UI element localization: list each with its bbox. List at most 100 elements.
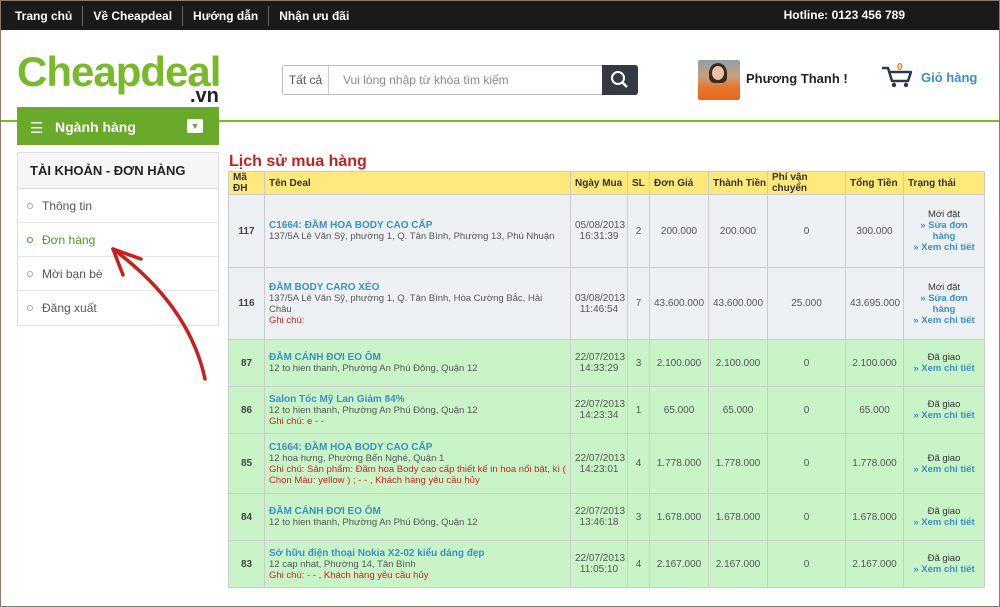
order-date-cell: 22/07/2013 14:33:29 xyxy=(570,339,628,387)
view-detail-link[interactable]: » Xem chi tiết xyxy=(908,315,980,326)
order-qty: 2 xyxy=(627,194,650,268)
page: Trang chủ Về Cheapdeal Hướng dẫn Nhận ưu… xyxy=(0,0,1000,607)
table-row: 86 Salon Tóc Mỹ Lan Giảm 84% 12 to hien th… xyxy=(228,386,985,434)
order-date: 05/08/2013 xyxy=(575,220,626,231)
view-detail-link[interactable]: » Xem chi tiết xyxy=(908,517,980,528)
order-total: 65.000 xyxy=(845,386,904,434)
sidebar-item-invite[interactable]: Mời bạn bè xyxy=(18,257,218,291)
subtotal: 2.167.000 xyxy=(708,540,768,588)
order-date: 22/07/2013 xyxy=(575,553,626,564)
order-qty: 3 xyxy=(627,493,650,541)
col-header: Thành Tiền xyxy=(708,171,768,195)
edit-order-link[interactable]: » Sửa đơn hàng xyxy=(908,220,980,242)
shipping-fee: 0 xyxy=(767,493,846,541)
col-header: Tên Deal xyxy=(264,171,571,195)
unit-price: 2.167.000 xyxy=(649,540,709,588)
col-header: Phí vận chuyển xyxy=(767,171,846,195)
col-header: Tổng Tiền xyxy=(845,171,904,195)
order-date: 03/08/2013 xyxy=(575,292,626,304)
nav-offers[interactable]: Nhận ưu đãi xyxy=(269,6,359,26)
deal-link[interactable]: ĐẦM CÁNH ĐƠI EO ÔM xyxy=(269,352,566,363)
order-date-cell: 22/07/2013 14:23:34 xyxy=(570,386,628,434)
edit-order-link[interactable]: » Sửa đơn hàng xyxy=(908,293,980,315)
view-detail-link[interactable]: » Xem chi tiết xyxy=(908,242,980,253)
order-date: 22/07/2013 xyxy=(575,506,626,517)
status-badge: Mới đặt xyxy=(927,209,961,220)
delivery-address: 12 hoa hưng, Phường Bến Nghé, Quận 1 xyxy=(269,452,445,464)
deal-link[interactable]: ĐẦM BODY CARO XÉO xyxy=(269,282,566,293)
order-status-cell: Đã giao» Xem chi tiết xyxy=(903,493,985,541)
logo[interactable]: Cheapdeal .vn xyxy=(17,51,227,109)
deal-cell: Salon Tóc Mỹ Lan Giảm 84% 12 to hien than… xyxy=(264,386,571,434)
unit-price: 1.778.000 xyxy=(649,433,709,494)
delivery-address: 12 to hien thanh, Phường An Phú Đông, Qu… xyxy=(269,517,478,528)
search-category-select[interactable]: Tất cả xyxy=(283,66,329,94)
logo-suffix: .vn xyxy=(190,85,219,107)
avatar[interactable] xyxy=(698,60,740,100)
order-qty: 1 xyxy=(627,386,650,434)
order-id: 116 xyxy=(228,267,265,340)
order-time: 11:46:54 xyxy=(579,303,619,315)
order-date-cell: 22/07/2013 14:23:01 xyxy=(570,433,628,494)
bullet-icon xyxy=(27,203,33,209)
view-detail-link[interactable]: » Xem chi tiết xyxy=(908,564,980,575)
subtotal: 43.600.000 xyxy=(708,267,768,340)
view-detail-link[interactable]: » Xem chi tiết xyxy=(908,464,980,475)
orders-table: Mã ĐH Tên Deal Ngày Mua SL Đơn Giá Thành… xyxy=(228,171,985,588)
order-qty: 3 xyxy=(627,339,650,387)
order-note: Ghi chú: xyxy=(269,314,305,326)
shipping-fee: 0 xyxy=(767,540,846,588)
cart-button[interactable]: 0 xyxy=(880,62,916,89)
search-button[interactable] xyxy=(602,65,638,95)
order-qty: 4 xyxy=(627,433,650,494)
cart-label[interactable]: Giỏ hàng xyxy=(921,70,977,85)
order-status-cell: Mới đặt» Sửa đơn hàng» Xem chi tiết xyxy=(903,194,985,268)
order-date: 22/07/2013 xyxy=(575,352,626,363)
order-note: Ghi chú: - - , Khách hàng yêu cầu hủy xyxy=(269,569,429,581)
sidebar-item-logout[interactable]: Đăng xuất xyxy=(18,291,218,325)
order-time: 14:23:01 xyxy=(579,463,619,475)
order-id: 87 xyxy=(228,339,265,387)
order-time: 14:23:34 xyxy=(579,410,619,421)
col-header: Mã ĐH xyxy=(228,171,265,195)
status-badge: Mới đặt xyxy=(927,281,961,293)
subtotal: 65.000 xyxy=(708,386,768,434)
deal-link[interactable]: Salon Tóc Mỹ Lan Giảm 84% xyxy=(269,394,566,405)
col-header: Ngày Mua xyxy=(570,171,628,195)
nav-home[interactable]: Trang chủ xyxy=(5,5,84,26)
shipping-fee: 0 xyxy=(767,433,846,494)
delivery-address: 137/5A Lê Văn Sỹ, phường 1, Q. Tân Bình,… xyxy=(269,292,543,315)
col-header: SL xyxy=(627,171,650,195)
view-detail-link[interactable]: » Xem chi tiết xyxy=(908,410,980,421)
order-date-cell: 03/08/2013 11:46:54 xyxy=(570,267,628,340)
order-total: 300.000 xyxy=(845,194,904,268)
shipping-fee: 25.000 xyxy=(767,267,846,340)
view-detail-link[interactable]: » Xem chi tiết xyxy=(908,363,980,374)
order-qty: 7 xyxy=(627,267,650,340)
shipping-fee: 0 xyxy=(767,386,846,434)
search-icon xyxy=(611,71,628,88)
category-menu[interactable]: ☰ Ngành hàng ▼ xyxy=(17,107,219,145)
top-bar: Trang chủ Về Cheapdeal Hướng dẫn Nhận ưu… xyxy=(1,1,999,30)
user-name[interactable]: Phương Thanh ! xyxy=(746,71,848,86)
subtotal: 1.678.000 xyxy=(708,493,768,541)
status-badge: Đã giao xyxy=(927,553,961,564)
col-header: Đơn Giá xyxy=(649,171,709,195)
nav-about[interactable]: Về Cheapdeal xyxy=(83,5,184,26)
sidebar-item-info[interactable]: Thông tin xyxy=(18,189,218,223)
sidebar-item-orders[interactable]: Đơn hàng xyxy=(18,223,218,257)
chevron-down-icon: ▼ xyxy=(187,119,203,133)
deal-link[interactable]: C1664: ĐẦM HOA BODY CAO CẤP xyxy=(269,220,566,231)
shipping-fee: 0 xyxy=(767,194,846,268)
deal-link[interactable]: ĐẦM CÁNH ĐƠI EO ÔM xyxy=(269,506,566,517)
order-date: 22/07/2013 xyxy=(575,399,626,410)
status-badge: Đã giao xyxy=(927,506,961,517)
nav-guide[interactable]: Hướng dẫn xyxy=(183,5,270,26)
deal-link[interactable]: C1664: ĐẦM HOA BODY CAO CẤP xyxy=(269,442,566,453)
order-total: 1.778.000 xyxy=(845,433,904,494)
order-status-cell: Đã giao» Xem chi tiết xyxy=(903,540,985,588)
deal-cell: ĐẦM CÁNH ĐƠI EO ÔM 12 to hien thanh, Phườ… xyxy=(264,339,571,387)
deal-link[interactable]: Sở hữu điện thoại Nokia X2-02 kiểu dáng … xyxy=(269,548,566,559)
search-input[interactable] xyxy=(333,69,593,91)
search-box: Tất cả xyxy=(282,65,638,95)
